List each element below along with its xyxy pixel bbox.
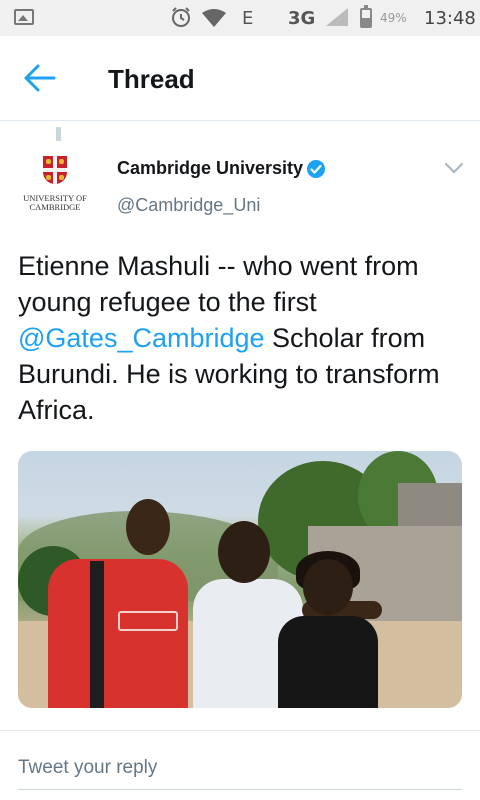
alarm-icon (172, 7, 190, 27)
avatar-logo-text: UNIVERSITY OF CAMBRIDGE (23, 193, 87, 212)
gallery-icon (14, 9, 34, 25)
thread-connector (56, 127, 61, 141)
battery-icon (360, 5, 372, 28)
divider (0, 730, 480, 731)
chevron-down-icon[interactable] (443, 160, 465, 176)
reply-input[interactable] (18, 746, 462, 790)
clock: 13:48 (424, 8, 476, 29)
app-header: Thread (0, 36, 480, 121)
battery-percent: 49% (380, 11, 407, 25)
avatar[interactable]: UNIVERSITY OF CAMBRIDGE (16, 148, 94, 224)
wifi-icon (202, 9, 226, 27)
tweet-text: Etienne Mashuli -- who went from young r… (18, 248, 468, 428)
network-type-e: E (242, 8, 254, 29)
signal-icon (326, 8, 348, 26)
mention-link[interactable]: @Gates_Cambridge (18, 323, 265, 353)
shirt-logo (118, 611, 178, 631)
page-title: Thread (108, 64, 195, 94)
status-bar: E 3G 49% 13:48 (0, 0, 480, 36)
author-handle[interactable]: @Cambridge_Uni (117, 195, 260, 216)
verified-badge-icon (307, 160, 325, 178)
author-name[interactable]: Cambridge University (117, 158, 303, 179)
back-arrow-icon[interactable] (22, 62, 58, 94)
cambridge-shield-logo (43, 156, 67, 184)
tweet-text-part1: Etienne Mashuli -- who went from young r… (18, 251, 419, 317)
network-type-3g: 3G (288, 8, 316, 29)
person-right (278, 616, 378, 708)
tweet-photo[interactable] (18, 451, 462, 708)
person-left (48, 559, 188, 708)
